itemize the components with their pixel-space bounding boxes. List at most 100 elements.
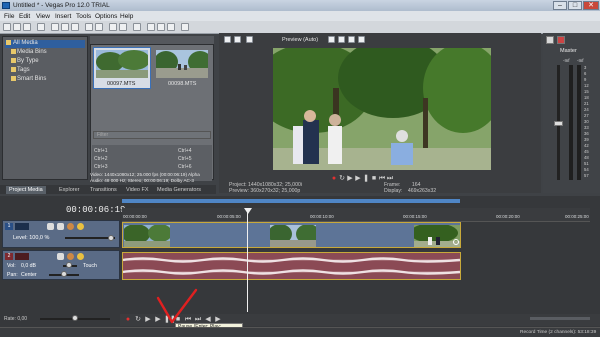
video-fx-icon[interactable] xyxy=(246,36,253,43)
loop-region-bar[interactable] xyxy=(122,199,460,203)
cut-icon[interactable] xyxy=(51,23,59,31)
rate-label: Rate: 0,00 xyxy=(4,316,28,322)
tree-item-media-bins[interactable]: Media Bins xyxy=(17,49,47,55)
timeline-scrollbar[interactable] xyxy=(530,317,590,320)
volume-value: 0,0 dB xyxy=(21,263,36,269)
folder-icon xyxy=(11,67,16,72)
menu-insert[interactable]: Insert xyxy=(55,13,71,20)
folder-icon xyxy=(11,58,16,63)
video-event[interactable] xyxy=(122,222,461,248)
vu-scale-tick: 9 xyxy=(584,77,587,82)
media-search-input[interactable]: Filter xyxy=(93,131,211,139)
new-icon[interactable] xyxy=(3,23,11,31)
preview-quality-dropdown[interactable]: Preview (Auto) xyxy=(282,37,318,43)
menu-file[interactable]: File xyxy=(4,13,14,20)
playhead-marker[interactable] xyxy=(244,208,252,214)
vu-scale-tick: 33 xyxy=(584,125,589,130)
close-button[interactable]: ✕ xyxy=(583,1,599,10)
audio-event[interactable] xyxy=(122,252,461,280)
mute-icon[interactable] xyxy=(67,253,74,260)
preview-value: 360x270x32; 25,000p xyxy=(250,188,301,194)
copy-icon[interactable] xyxy=(61,23,69,31)
undo-icon[interactable] xyxy=(85,23,93,31)
master-mute-icon[interactable] xyxy=(557,36,565,44)
menu-view[interactable]: View xyxy=(36,13,50,20)
fade-handle-icon[interactable] xyxy=(453,239,459,245)
playhead-cursor[interactable] xyxy=(247,209,248,312)
menu-tools[interactable]: Tools xyxy=(76,13,91,20)
media-properties: Video: 1440x1080x12; 25.000 fps (00:00:0… xyxy=(90,172,218,184)
tab-explorer[interactable]: Explorer xyxy=(56,186,82,194)
clip-thumbnail[interactable] xyxy=(156,50,208,78)
maximize-button[interactable]: □ xyxy=(568,1,582,10)
auto-ripple-icon[interactable] xyxy=(119,23,127,31)
clip-frame xyxy=(268,224,320,247)
copy-snapshot-icon[interactable] xyxy=(348,36,355,43)
mute-icon[interactable] xyxy=(67,223,74,230)
master-fader-handle[interactable] xyxy=(554,121,563,126)
tab-video-fx[interactable]: Video FX xyxy=(123,186,152,194)
tab-transitions[interactable]: Transitions xyxy=(87,186,120,194)
snap-icon[interactable] xyxy=(109,23,117,31)
pan-slider-handle[interactable] xyxy=(61,271,67,277)
external-monitor-icon[interactable] xyxy=(234,36,241,43)
tab-media-generators[interactable]: Media Generators xyxy=(154,186,204,194)
paste-icon[interactable] xyxy=(71,23,79,31)
lock-envelopes-icon[interactable] xyxy=(133,23,141,31)
track-fx-icon[interactable] xyxy=(57,223,64,230)
docking-tabs: Project Media Explorer Transitions Video… xyxy=(0,185,216,194)
track-color-swatch xyxy=(15,223,29,230)
shortcut-label: Ctrl+5 xyxy=(178,156,192,162)
tree-item-all-media[interactable]: All Media xyxy=(13,40,38,46)
solo-icon[interactable] xyxy=(77,253,84,260)
video-track-header[interactable]: 1 Level: 100,0 % xyxy=(2,220,120,248)
open-icon[interactable] xyxy=(13,23,21,31)
tree-item-by-type[interactable]: By Type xyxy=(17,58,39,64)
tree-item-tags[interactable]: Tags xyxy=(17,67,30,73)
master-fx-icon[interactable] xyxy=(546,36,554,44)
vu-peak-right: -Inf xyxy=(577,58,584,63)
display-value: 469x263x32 xyxy=(407,188,437,194)
selection-tool-icon[interactable] xyxy=(167,23,175,31)
rate-slider-handle[interactable] xyxy=(72,315,78,321)
volume-slider-handle[interactable] xyxy=(66,262,72,268)
level-slider-handle[interactable] xyxy=(108,235,114,241)
save-snapshot-icon[interactable] xyxy=(358,36,365,43)
split-screen-icon[interactable] xyxy=(328,36,335,43)
minimize-button[interactable]: – xyxy=(553,1,567,10)
vu-scale-tick: 57 xyxy=(584,173,589,178)
redo-icon[interactable] xyxy=(95,23,103,31)
save-icon[interactable] xyxy=(23,23,31,31)
record-icon[interactable]: ● xyxy=(124,316,132,324)
track-number: 1 xyxy=(5,223,13,230)
automation-mode[interactable]: Touch xyxy=(83,263,97,269)
overlays-icon[interactable] xyxy=(338,36,345,43)
normal-edit-tool-icon[interactable] xyxy=(147,23,155,31)
envelope-tool-icon[interactable] xyxy=(157,23,165,31)
menu-help[interactable]: Help xyxy=(120,13,133,20)
help-icon[interactable] xyxy=(181,23,189,31)
volume-label: Vol: xyxy=(7,263,16,269)
tab-project-media[interactable]: Project Media xyxy=(6,186,46,194)
clip-thumbnail[interactable] xyxy=(96,50,148,78)
app-icon xyxy=(2,2,10,9)
status-bar: Record Time (2 channels): 53:18:39 xyxy=(0,327,600,337)
tree-item-smart-bins[interactable]: Smart Bins xyxy=(17,76,46,82)
vu-scale-tick: 45 xyxy=(584,149,589,154)
menu-edit[interactable]: Edit xyxy=(19,13,30,20)
checkmark-annotation xyxy=(156,288,198,324)
solo-icon[interactable] xyxy=(77,223,84,230)
pan-value: Center xyxy=(21,272,37,278)
loop-playback-icon[interactable]: ↻ xyxy=(134,316,142,324)
vu-scale: 3 6 9 12 15 18 21 24 27 30 33 36 39 42 45 48 51 54 57 xyxy=(583,65,597,185)
display-label: Display: xyxy=(384,188,403,194)
audio-track-header[interactable]: 2 Vol: 0,0 dB Touch Pan: Center xyxy=(2,250,120,280)
track-fx-icon[interactable] xyxy=(57,253,64,260)
menu-options[interactable]: Options xyxy=(95,13,117,20)
vu-scale-tick: 3 xyxy=(584,65,587,70)
track-motion-icon[interactable] xyxy=(47,223,54,230)
ruler-label: 00:00:10:00 xyxy=(310,214,334,219)
vu-scale-tick: 48 xyxy=(584,155,589,160)
properties-icon[interactable] xyxy=(37,23,45,31)
preview-settings-icon[interactable] xyxy=(224,36,231,43)
